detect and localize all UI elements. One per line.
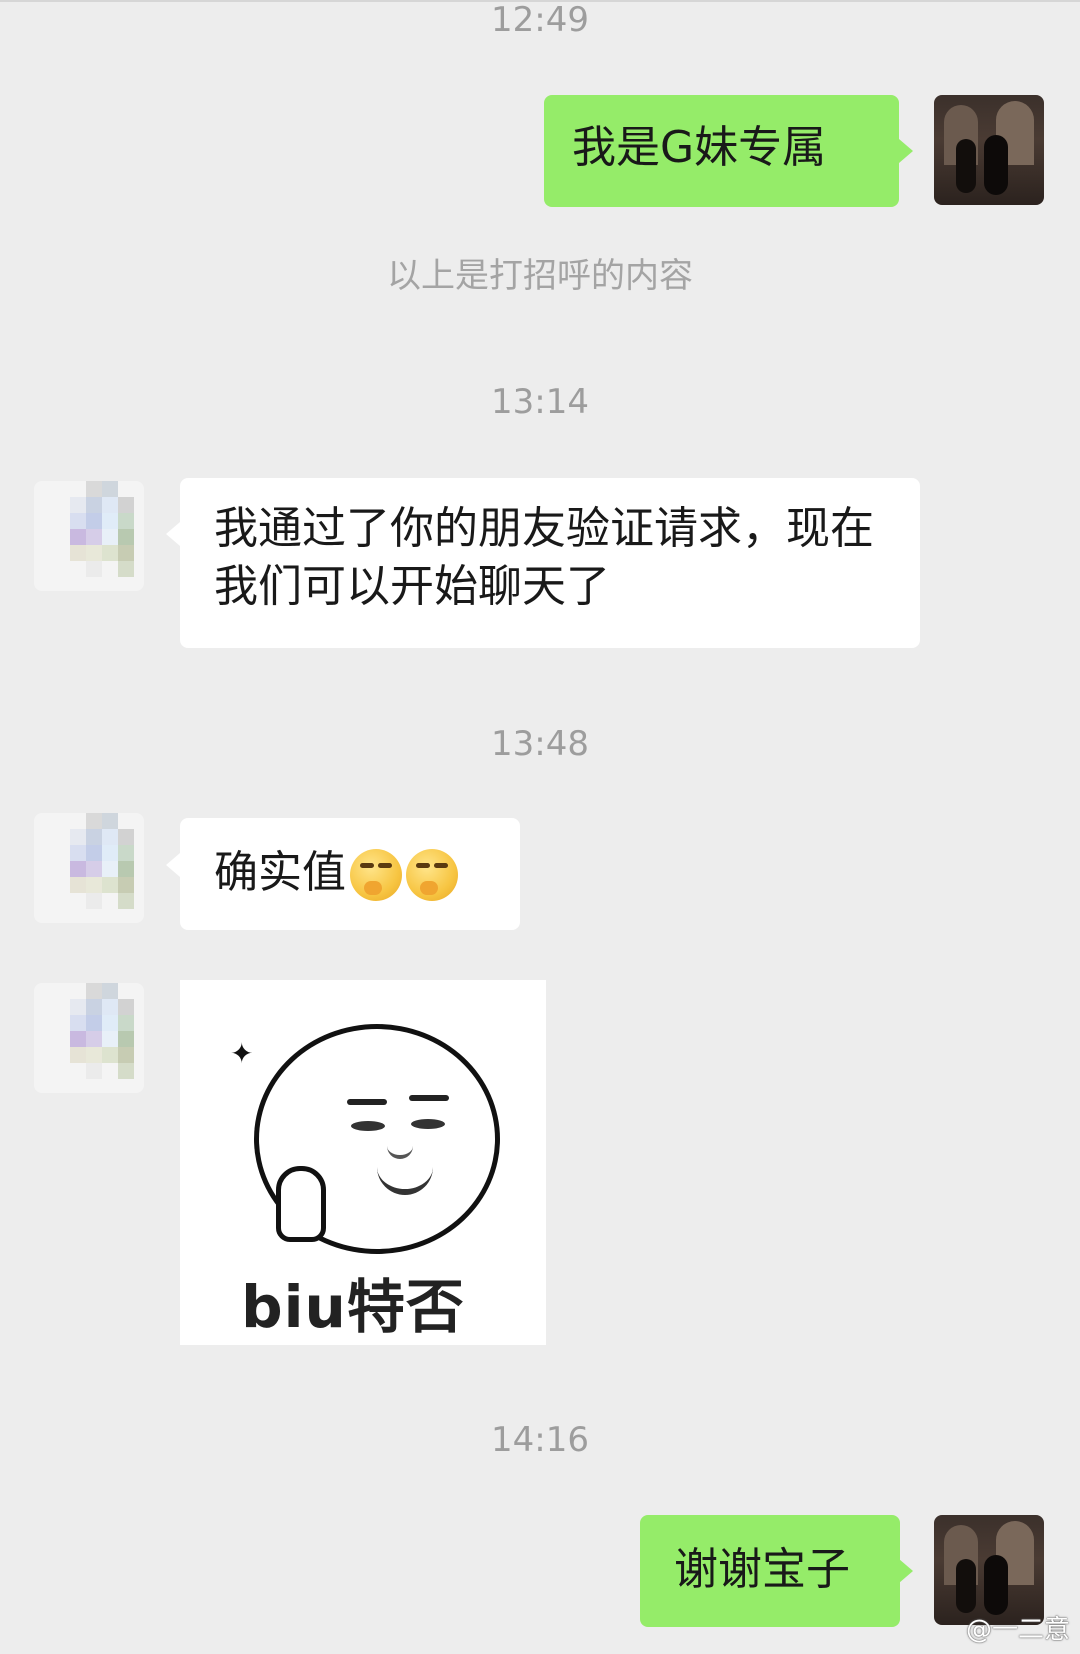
smirk-emoji-icon [406, 849, 458, 901]
system-note: 以上是打招呼的内容 [387, 256, 693, 296]
bubble-tail [899, 139, 913, 163]
timestamp: 14:16 [491, 1420, 589, 1460]
message-bubble-sent[interactable]: 我是G妹专属 [544, 95, 899, 207]
thumbs-up-icon [276, 1166, 326, 1242]
contact-avatar[interactable] [34, 813, 144, 923]
bubble-tail [166, 853, 180, 877]
bubble-tail [899, 1559, 913, 1583]
sparkle-icon: ✦ [230, 1037, 254, 1070]
message-bubble-received[interactable]: 确实值 [180, 818, 520, 930]
smirk-emoji-icon [350, 849, 402, 901]
message-bubble-sent[interactable]: 谢谢宝子 [640, 1515, 900, 1627]
sticker-caption: biu特否 [241, 1273, 465, 1341]
message-text: 确实值 [214, 847, 346, 898]
contact-avatar[interactable] [34, 983, 144, 1093]
sticker-image[interactable]: ✦ biu特否 [180, 980, 546, 1345]
bubble-tail [166, 522, 180, 546]
timestamp: 12:49 [491, 0, 589, 40]
my-avatar[interactable] [934, 95, 1044, 205]
timestamp: 13:48 [491, 724, 589, 764]
watermark: @一二意 [965, 1615, 1070, 1645]
timestamp: 13:14 [491, 382, 589, 422]
message-bubble-received[interactable]: 我通过了你的朋友验证请求，现在我们可以开始聊天了 [180, 478, 920, 648]
contact-avatar[interactable] [34, 481, 144, 591]
